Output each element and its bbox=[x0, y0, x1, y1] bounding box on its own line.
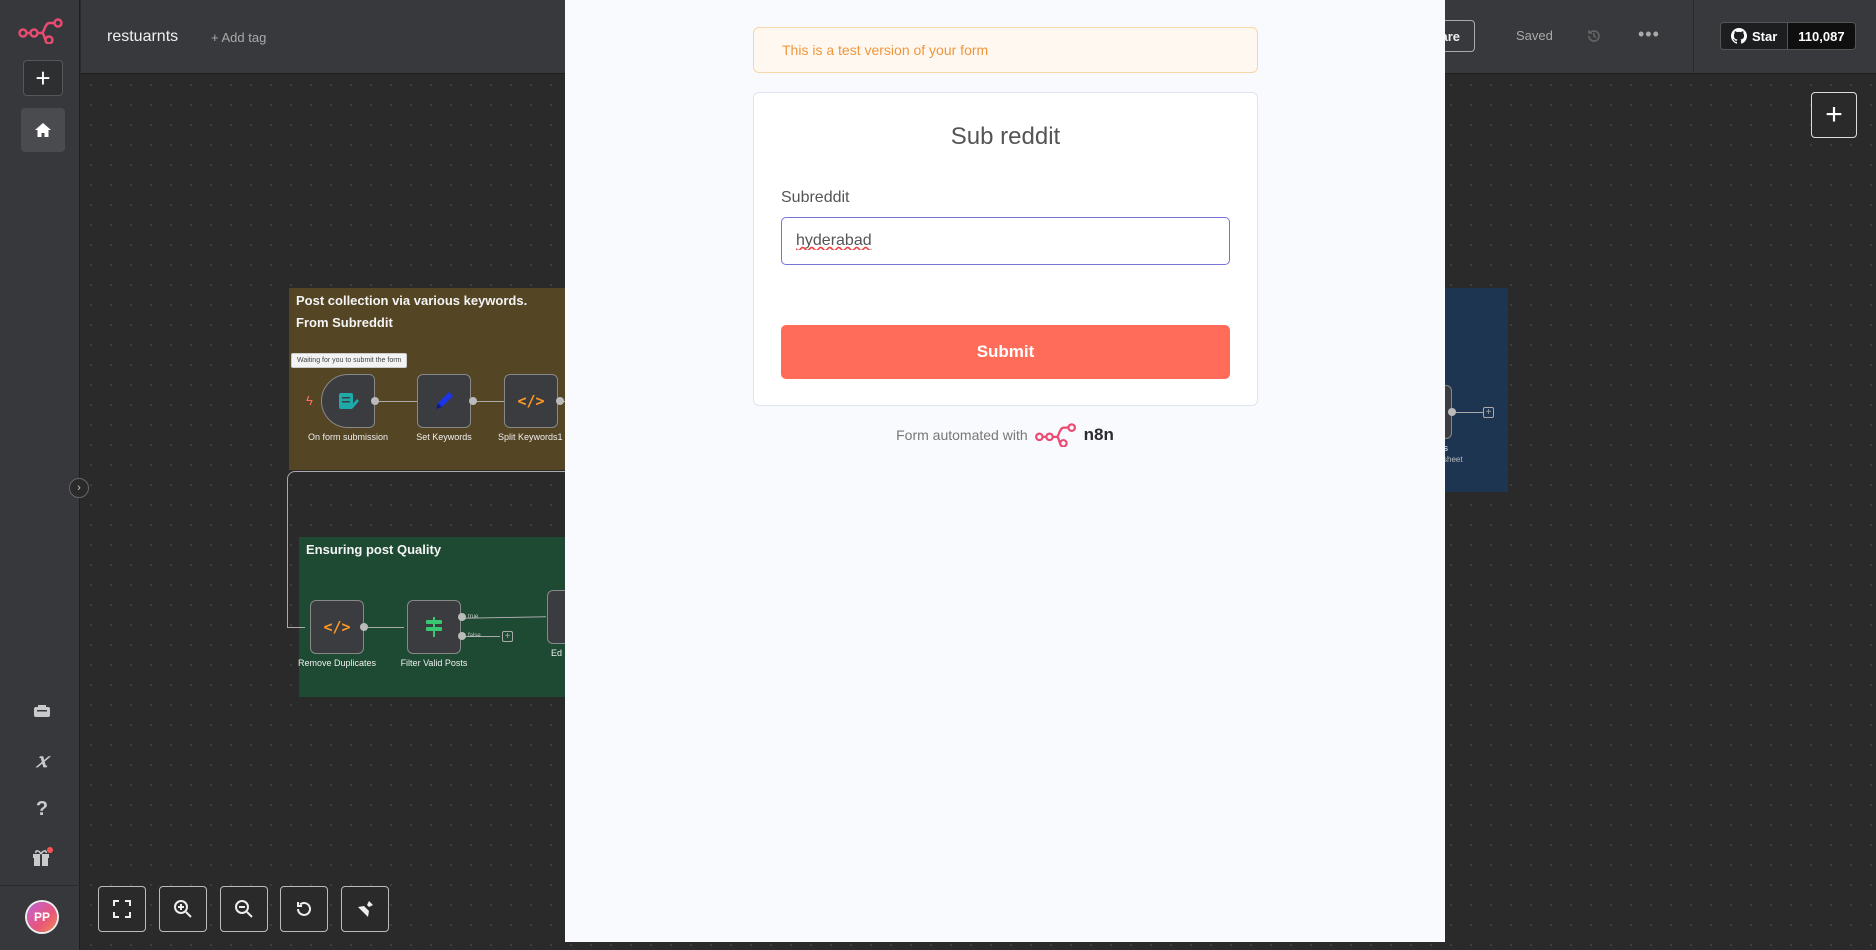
output-port-false[interactable] bbox=[458, 632, 466, 640]
node-set-keywords[interactable] bbox=[417, 374, 471, 428]
variables-icon[interactable]: 𝑥 bbox=[27, 745, 57, 775]
add-tag-button[interactable]: + Add tag bbox=[211, 30, 266, 45]
form-footer: Form automated with n8n bbox=[565, 423, 1445, 447]
workflow-name[interactable]: restuarnts bbox=[107, 28, 178, 46]
plus-icon: + bbox=[35, 63, 51, 93]
footer-text: Form automated with bbox=[896, 427, 1028, 443]
more-options-icon[interactable]: ••• bbox=[1638, 24, 1660, 46]
reset-zoom-button[interactable] bbox=[280, 886, 328, 932]
branch-label-false: false bbox=[468, 633, 481, 639]
filter-icon bbox=[426, 617, 442, 637]
zoom-out-button[interactable] bbox=[220, 886, 268, 932]
footer-brand[interactable]: n8n bbox=[1084, 425, 1114, 445]
connection bbox=[287, 627, 305, 628]
form-icon bbox=[339, 393, 359, 409]
github-icon bbox=[1731, 28, 1747, 44]
fit-view-icon bbox=[113, 900, 131, 918]
zoom-out-icon bbox=[235, 900, 253, 918]
plus-icon: + bbox=[1825, 98, 1843, 131]
saved-status: Saved bbox=[1516, 28, 1553, 43]
home-button[interactable] bbox=[21, 108, 65, 152]
fit-view-button[interactable] bbox=[98, 886, 146, 932]
node-label: Set Keywords bbox=[416, 432, 472, 442]
connection bbox=[474, 401, 504, 402]
code-icon: </> bbox=[517, 392, 545, 410]
output-port[interactable] bbox=[469, 397, 477, 405]
home-icon bbox=[35, 123, 51, 137]
history-icon[interactable] bbox=[1585, 27, 1603, 45]
connection bbox=[377, 401, 417, 402]
github-star-count: 110,087 bbox=[1787, 23, 1855, 49]
output-port[interactable] bbox=[1448, 408, 1456, 416]
node-split-keywords[interactable]: </> bbox=[504, 374, 558, 428]
reset-zoom-icon bbox=[297, 901, 311, 916]
zoom-in-button[interactable] bbox=[159, 886, 207, 932]
expand-sidebar-button[interactable]: › bbox=[69, 478, 89, 498]
form-title: Sub reddit bbox=[950, 123, 1061, 150]
trigger-bolt-icon: ϟ bbox=[306, 393, 313, 408]
pen-icon bbox=[436, 392, 453, 409]
chevron-right-icon: › bbox=[77, 482, 81, 494]
avatar[interactable]: PP bbox=[27, 902, 57, 932]
node-label: Filter Valid Posts bbox=[400, 658, 468, 668]
add-branch-button[interactable]: + bbox=[502, 631, 513, 642]
test-version-banner: This is a test version of your form bbox=[753, 27, 1258, 73]
branch-label-true: true bbox=[468, 614, 479, 620]
templates-icon[interactable] bbox=[27, 696, 57, 726]
waiting-tooltip: Waiting for you to submit the form bbox=[291, 353, 408, 368]
topbar-divider bbox=[1693, 0, 1694, 74]
node-sublabel: sheet bbox=[1443, 455, 1463, 464]
subreddit-field-label: Subreddit bbox=[781, 189, 850, 206]
subreddit-input[interactable] bbox=[781, 217, 1230, 265]
code-icon: </> bbox=[323, 618, 351, 636]
tidy-up-icon bbox=[358, 901, 373, 917]
n8n-logo-icon[interactable] bbox=[18, 18, 64, 44]
sidebar-divider bbox=[0, 885, 80, 886]
output-port[interactable] bbox=[360, 623, 368, 631]
node-label: On form submission bbox=[307, 432, 389, 442]
output-port-true[interactable] bbox=[458, 613, 466, 621]
node-remove-duplicates[interactable]: </> bbox=[310, 600, 364, 654]
node-label: Remove Duplicates bbox=[297, 658, 377, 668]
connection bbox=[364, 627, 404, 628]
form-card: Sub reddit Subreddit Submit bbox=[753, 92, 1258, 406]
n8n-logo-icon bbox=[1034, 423, 1076, 447]
tidy-up-button[interactable] bbox=[341, 886, 389, 932]
node-on-form-submission[interactable] bbox=[321, 374, 375, 428]
form-preview-panel: This is a test version of your form Sub … bbox=[565, 0, 1445, 942]
sticky-note-subtitle: From Subreddit bbox=[296, 315, 393, 330]
submit-button[interactable]: Submit bbox=[781, 325, 1230, 379]
github-star-label: Star bbox=[1721, 23, 1788, 49]
output-port[interactable] bbox=[556, 397, 564, 405]
help-icon[interactable]: ? bbox=[27, 794, 57, 824]
add-node-inline-button[interactable]: + bbox=[1483, 407, 1494, 418]
output-port[interactable] bbox=[371, 397, 379, 405]
connection bbox=[1452, 412, 1484, 413]
add-workflow-button[interactable]: + bbox=[23, 60, 63, 96]
github-star-button[interactable]: Star 110,087 bbox=[1720, 22, 1856, 50]
whats-new-gift-icon[interactable] bbox=[27, 842, 57, 872]
node-label: Split Keywords1 bbox=[498, 432, 563, 442]
zoom-in-icon bbox=[174, 900, 192, 918]
sticky-note-title: Post collection via various keywords. bbox=[296, 293, 528, 308]
left-sidebar: + 𝑥 ? PP bbox=[0, 0, 80, 950]
add-node-button[interactable]: + bbox=[1811, 92, 1857, 138]
node-filter-valid-posts[interactable] bbox=[407, 600, 461, 654]
